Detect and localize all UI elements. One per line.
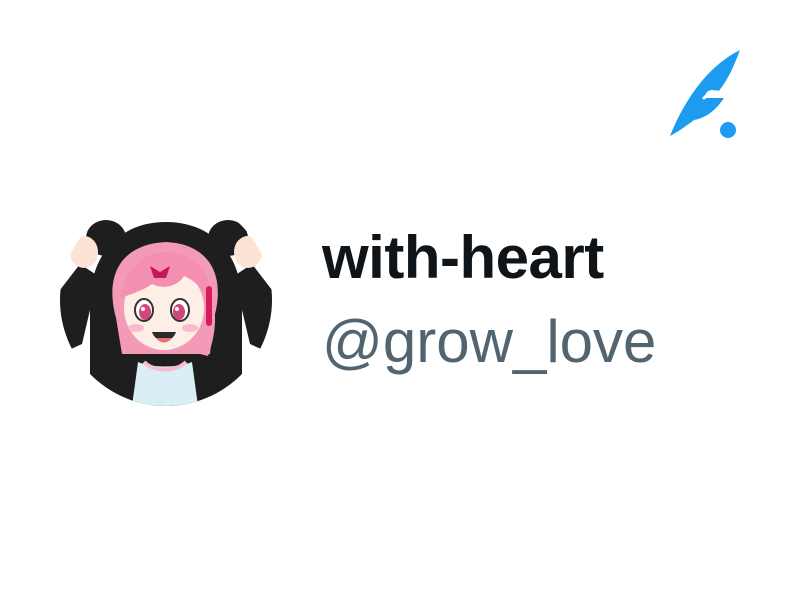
quill-logo-icon (664, 46, 744, 142)
handle-container: @grow_love (322, 306, 680, 386)
profile-card: with-heart @grow_love (58, 194, 698, 406)
anime-avatar-image (60, 194, 272, 406)
display-name[interactable]: with-heart (322, 222, 604, 294)
user-handle[interactable]: @grow_love (322, 306, 680, 378)
avatar[interactable] (60, 194, 272, 406)
